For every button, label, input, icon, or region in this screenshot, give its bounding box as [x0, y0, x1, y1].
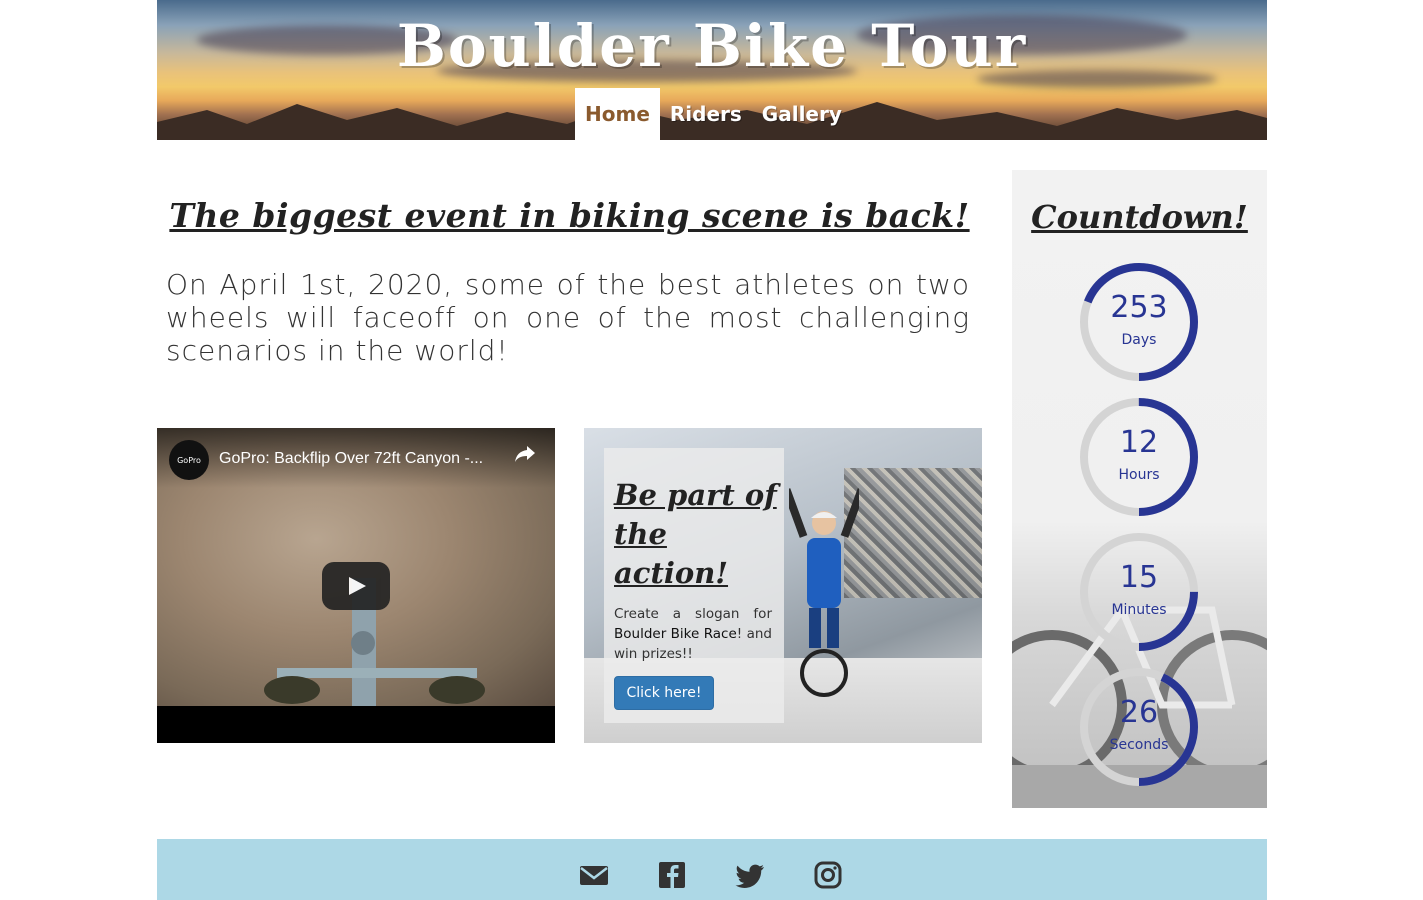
site-header: Boulder Bike Tour Home Riders Gallery	[157, 0, 1267, 140]
nav-riders[interactable]: Riders	[660, 88, 752, 140]
days-value: 253	[1110, 290, 1168, 325]
days-label: Days	[1121, 332, 1157, 348]
nav-home[interactable]: Home	[575, 88, 660, 140]
facebook-icon[interactable]	[656, 859, 688, 891]
site-footer	[157, 839, 1267, 900]
hours-value: 12	[1119, 425, 1159, 460]
twitter-icon[interactable]	[734, 859, 766, 891]
promo-text: Create a slogan for Boulder Bike Race! a…	[614, 604, 772, 664]
site-title: Boulder Bike Tour	[396, 12, 1028, 80]
promo-race-name: Boulder Bike Race	[614, 626, 737, 642]
intro-paragraph: On April 1st, 2020, some of the best ath…	[166, 268, 970, 367]
envelope-icon[interactable]	[578, 859, 610, 891]
countdown-days: 253 Days	[1077, 260, 1201, 384]
promo-title: Be part of the action!	[614, 478, 777, 590]
countdown-minutes: 15 Minutes	[1077, 530, 1201, 654]
seconds-label: Seconds	[1109, 737, 1169, 753]
page-headline: The biggest event in biking scene is bac…	[169, 196, 970, 235]
seconds-value: 26	[1119, 695, 1159, 730]
countdown-hours: 12 Hours	[1077, 395, 1201, 519]
minutes-label: Minutes	[1111, 602, 1167, 618]
play-button[interactable]	[322, 562, 390, 610]
promo-banner: Be part of the action! Create a slogan f…	[584, 428, 982, 743]
cyclist-image	[789, 488, 859, 697]
minutes-value: 15	[1119, 560, 1159, 595]
nav-gallery[interactable]: Gallery	[752, 88, 852, 140]
page-container: Boulder Bike Tour Home Riders Gallery Th…	[157, 0, 1267, 900]
channel-logo[interactable]: GoPro	[169, 440, 209, 480]
crowd-image	[844, 468, 982, 598]
video-embed[interactable]: GoPro GoPro: Backflip Over 72ft Canyon -…	[157, 428, 555, 743]
hours-label: Hours	[1118, 467, 1160, 483]
video-title[interactable]: GoPro: Backflip Over 72ft Canyon -...	[219, 450, 483, 468]
share-icon[interactable]	[513, 442, 537, 466]
promo-text-before: Create a slogan for	[614, 606, 772, 622]
instagram-icon[interactable]	[812, 859, 844, 891]
promo-card: Be part of the action! Create a slogan f…	[604, 448, 784, 723]
countdown-seconds: 26 Seconds	[1077, 665, 1201, 789]
main-nav: Home Riders Gallery	[575, 88, 852, 140]
countdown-title: Countdown!	[1031, 198, 1248, 236]
click-here-button[interactable]: Click here!	[614, 676, 714, 710]
countdown-panel: Countdown! 253 Days 12 Hours 15 Minutes	[1012, 170, 1267, 808]
